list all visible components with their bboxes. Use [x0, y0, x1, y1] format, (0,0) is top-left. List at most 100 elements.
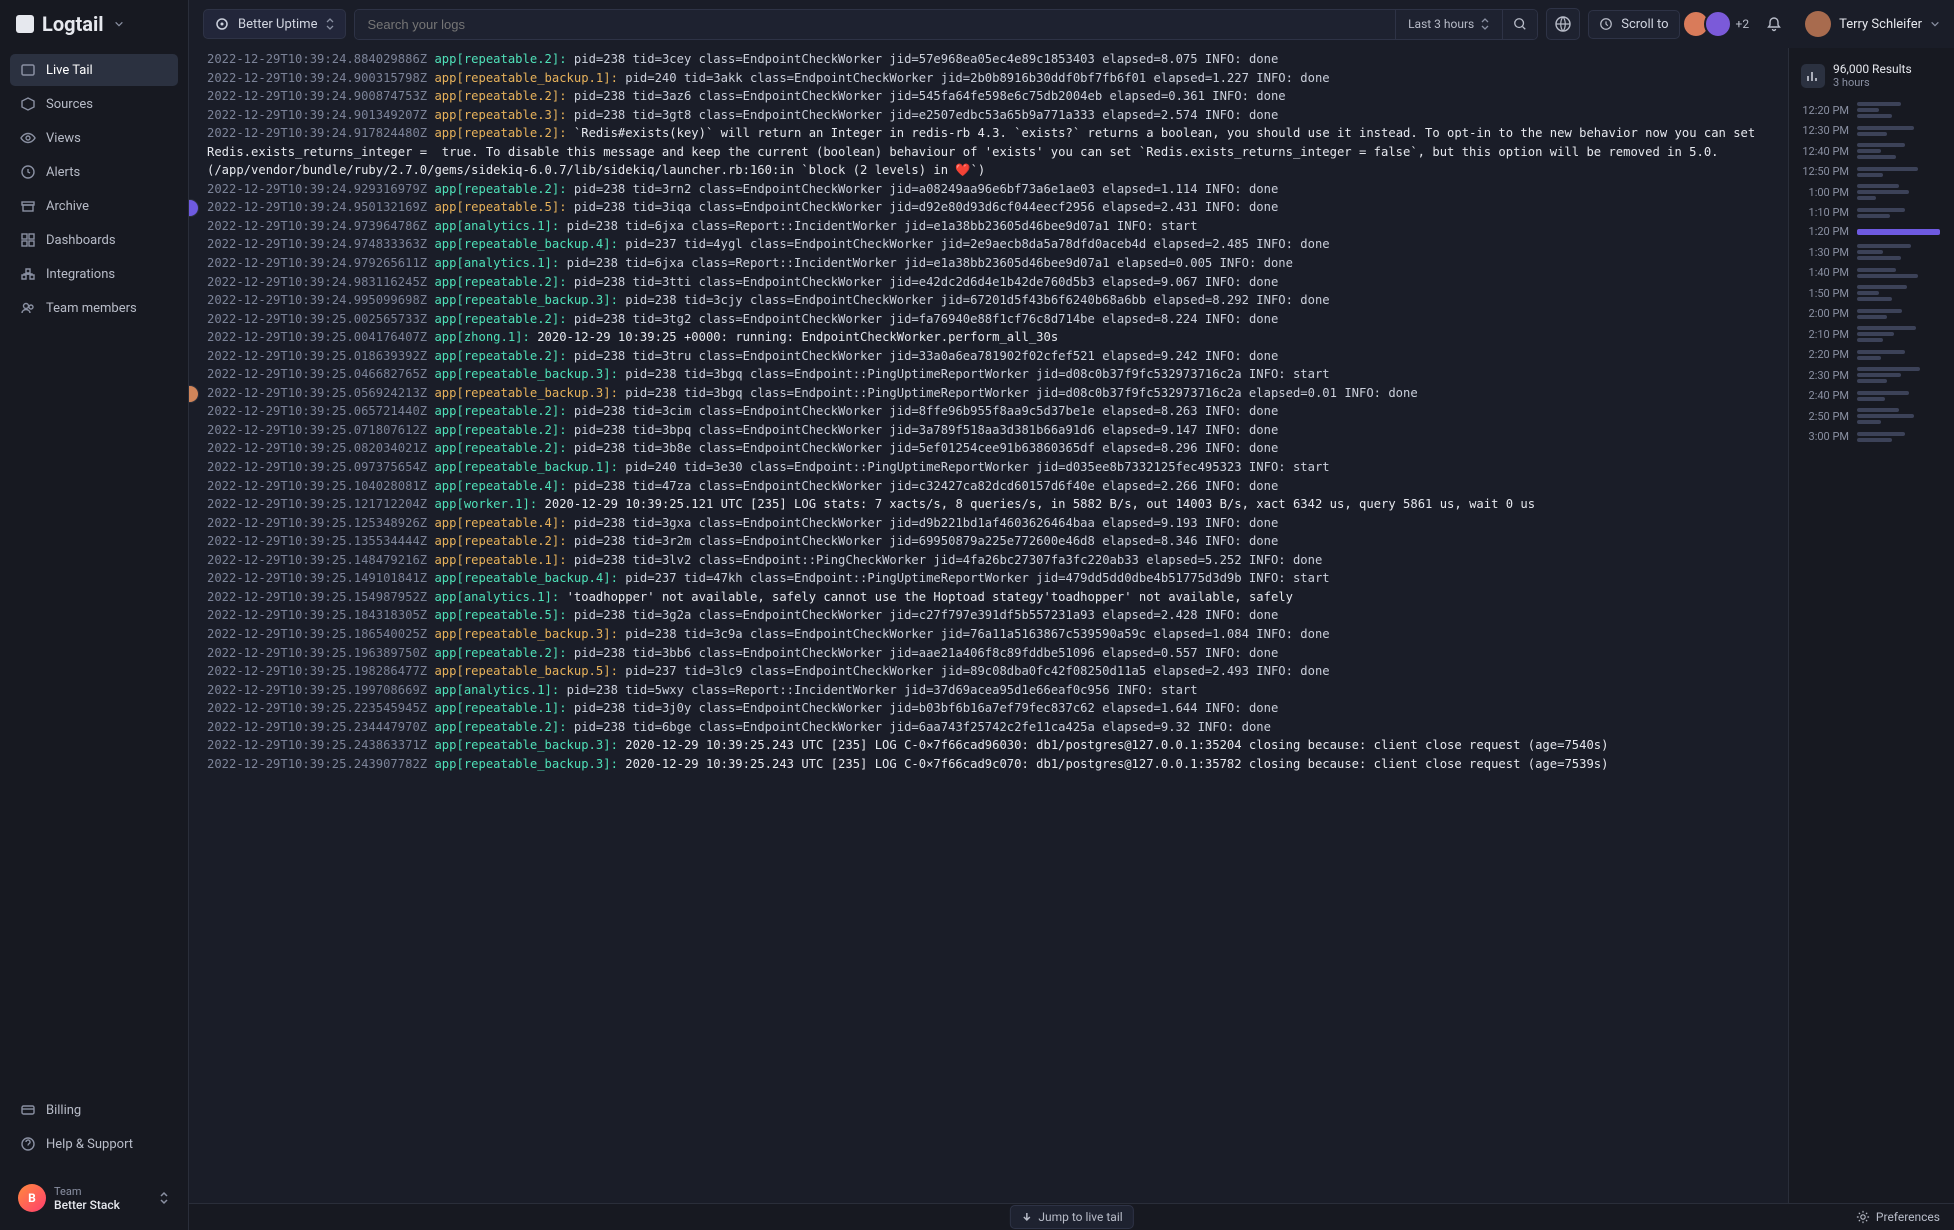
log-timestamp: 2022-12-29T10:39:25.243863371Z — [207, 738, 427, 752]
bottom-bar: Jump to live tail Preferences — [189, 1203, 1954, 1230]
log-line[interactable]: 2022-12-29T10:39:25.186540025Z app[repea… — [203, 625, 1774, 644]
timeline[interactable]: 12:20 PM12:30 PM12:40 PM12:50 PM1:00 PM1… — [1797, 99, 1946, 1220]
integrations-icon — [20, 266, 36, 282]
log-line[interactable]: 2022-12-29T10:39:25.097375654Z app[repea… — [203, 458, 1774, 477]
presence-avatars[interactable]: +2 — [1688, 10, 1750, 38]
log-viewport[interactable]: 2022-12-29T10:39:24.884029886Z app[repea… — [189, 48, 1788, 1230]
scroll-to-button[interactable]: Scroll to — [1588, 10, 1679, 39]
log-line[interactable]: 2022-12-29T10:39:25.018639392Z app[repea… — [203, 347, 1774, 366]
log-line[interactable]: 2022-12-29T10:39:25.056924213Z app[repea… — [203, 384, 1774, 403]
timeline-row[interactable]: 1:50 PM — [1797, 282, 1946, 304]
brand-area[interactable]: Logtail — [0, 0, 188, 50]
log-line[interactable]: 2022-12-29T10:39:25.004176407Z app[zhong… — [203, 328, 1774, 347]
log-line[interactable]: 2022-12-29T10:39:25.184318305Z app[repea… — [203, 606, 1774, 625]
timeline-row[interactable]: 2:00 PM — [1797, 304, 1946, 323]
log-line[interactable]: 2022-12-29T10:39:25.104028081Z app[repea… — [203, 477, 1774, 496]
log-line[interactable]: 2022-12-29T10:39:25.135534444Z app[repea… — [203, 532, 1774, 551]
log-line[interactable]: 2022-12-29T10:39:25.154987952Z app[analy… — [203, 588, 1774, 607]
nav-item-sources[interactable]: Sources — [10, 88, 178, 120]
search-input[interactable] — [355, 10, 1395, 39]
log-timestamp: 2022-12-29T10:39:25.186540025Z — [207, 627, 427, 641]
log-line[interactable]: 2022-12-29T10:39:25.002565733Z app[repea… — [203, 310, 1774, 329]
timeline-row[interactable]: 1:10 PM — [1797, 203, 1946, 222]
nav-item-integrations[interactable]: Integrations — [10, 258, 178, 290]
log-line[interactable]: 2022-12-29T10:39:24.974833363Z app[repea… — [203, 235, 1774, 254]
log-line[interactable]: 2022-12-29T10:39:25.243863371Z app[repea… — [203, 736, 1774, 755]
timeline-row[interactable]: 2:10 PM — [1797, 323, 1946, 345]
nav-item-team-members[interactable]: Team members — [10, 292, 178, 324]
log-line[interactable]: 2022-12-29T10:39:25.196389750Z app[repea… — [203, 644, 1774, 663]
updown-icon — [158, 1190, 170, 1206]
log-message: pid=238 tid=3bgq class=Endpoint::PingUpt… — [625, 367, 1329, 381]
timeline-row[interactable]: 1:40 PM — [1797, 263, 1946, 282]
log-timestamp: 2022-12-29T10:39:24.973964786Z — [207, 219, 427, 233]
log-line[interactable]: 2022-12-29T10:39:25.121712204Z app[worke… — [203, 495, 1774, 514]
team-switcher[interactable]: B Team Better Stack — [10, 1176, 178, 1220]
timeline-row[interactable]: 12:40 PM — [1797, 140, 1946, 162]
timeline-row[interactable]: 1:30 PM — [1797, 241, 1946, 263]
log-message: pid=238 tid=3az6 class=EndpointCheckWork… — [574, 89, 1286, 103]
nav-item-views[interactable]: Views — [10, 122, 178, 154]
timeline-bars — [1857, 167, 1944, 177]
team-prefix: Team — [54, 1185, 120, 1198]
log-line[interactable]: 2022-12-29T10:39:25.198286477Z app[repea… — [203, 662, 1774, 681]
log-line[interactable]: 2022-12-29T10:39:24.901349207Z app[repea… — [203, 106, 1774, 125]
log-line[interactable]: 2022-12-29T10:39:24.950132169Z app[repea… — [203, 198, 1774, 217]
line-avatar-icon — [189, 199, 199, 217]
timeline-row[interactable]: 2:40 PM — [1797, 386, 1946, 405]
log-line[interactable]: 2022-12-29T10:39:25.125348926Z app[repea… — [203, 514, 1774, 533]
log-line[interactable]: 2022-12-29T10:39:25.071807612Z app[repea… — [203, 421, 1774, 440]
timeline-row[interactable]: 1:20 PM — [1797, 222, 1946, 241]
log-line[interactable]: 2022-12-29T10:39:24.973964786Z app[analy… — [203, 217, 1774, 236]
chart-icon[interactable] — [1801, 64, 1825, 88]
meridian-button[interactable] — [1546, 8, 1580, 40]
timeline-bars — [1857, 184, 1944, 200]
log-line[interactable]: 2022-12-29T10:39:24.884029886Z app[repea… — [203, 50, 1774, 69]
log-line[interactable]: 2022-12-29T10:39:25.149101841Z app[repea… — [203, 569, 1774, 588]
log-tag: app[analytics.1]: — [434, 590, 559, 604]
log-line[interactable]: 2022-12-29T10:39:25.082034021Z app[repea… — [203, 439, 1774, 458]
timeline-row[interactable]: 1:00 PM — [1797, 181, 1946, 203]
log-line[interactable]: 2022-12-29T10:39:25.243907782Z app[repea… — [203, 755, 1774, 774]
log-line[interactable]: 2022-12-29T10:39:24.983116245Z app[repea… — [203, 273, 1774, 292]
timeline-row[interactable]: 12:30 PM — [1797, 121, 1946, 140]
timeline-row[interactable]: 2:30 PM — [1797, 364, 1946, 386]
timeline-row[interactable]: 2:50 PM — [1797, 405, 1946, 427]
timeline-row[interactable]: 12:50 PM — [1797, 162, 1946, 181]
log-line[interactable]: 2022-12-29T10:39:24.929316979Z app[repea… — [203, 180, 1774, 199]
log-message: 'toadhopper' not available, safely canno… — [567, 590, 1293, 604]
log-line[interactable]: 2022-12-29T10:39:24.979265611Z app[analy… — [203, 254, 1774, 273]
nav-item-alerts[interactable]: Alerts — [10, 156, 178, 188]
log-tag: app[repeatable.2]: — [434, 275, 566, 289]
timeline-row[interactable]: 2:20 PM — [1797, 345, 1946, 364]
preferences-button[interactable]: Preferences — [1856, 1210, 1940, 1224]
log-line[interactable]: 2022-12-29T10:39:25.234447970Z app[repea… — [203, 718, 1774, 737]
log-tag: app[repeatable_backup.1]: — [434, 460, 617, 474]
log-line[interactable]: 2022-12-29T10:39:25.148479216Z app[repea… — [203, 551, 1774, 570]
jump-to-live-button[interactable]: Jump to live tail — [1009, 1205, 1133, 1229]
log-tag: app[repeatable_backup.3]: — [434, 386, 617, 400]
source-selector[interactable]: Better Uptime — [203, 9, 346, 39]
search-button[interactable] — [1502, 10, 1537, 39]
log-line[interactable]: 2022-12-29T10:39:25.046682765Z app[repea… — [203, 365, 1774, 384]
nav-item-label: Integrations — [46, 267, 115, 282]
timeline-row[interactable]: 12:20 PM — [1797, 99, 1946, 121]
log-line[interactable]: 2022-12-29T10:39:24.917824480Z app[repea… — [203, 124, 1774, 180]
scroll-to-label: Scroll to — [1621, 17, 1668, 32]
nav-item-archive[interactable]: Archive — [10, 190, 178, 222]
log-line[interactable]: 2022-12-29T10:39:25.199708669Z app[analy… — [203, 681, 1774, 700]
log-timestamp: 2022-12-29T10:39:25.097375654Z — [207, 460, 427, 474]
timeline-row[interactable]: 3:00 PM — [1797, 427, 1946, 446]
time-range-selector[interactable]: Last 3 hours — [1395, 10, 1502, 39]
log-line[interactable]: 2022-12-29T10:39:24.900315798Z app[repea… — [203, 69, 1774, 88]
nav-item-help-support[interactable]: Help & Support — [10, 1128, 178, 1160]
log-line[interactable]: 2022-12-29T10:39:25.065721440Z app[repea… — [203, 402, 1774, 421]
user-menu[interactable]: Terry Schleifer — [1805, 11, 1940, 37]
nav-item-live-tail[interactable]: Live Tail — [10, 54, 178, 86]
nav-item-dashboards[interactable]: Dashboards — [10, 224, 178, 256]
log-line[interactable]: 2022-12-29T10:39:25.223545945Z app[repea… — [203, 699, 1774, 718]
log-line[interactable]: 2022-12-29T10:39:24.900874753Z app[repea… — [203, 87, 1774, 106]
notifications-button[interactable] — [1757, 8, 1791, 40]
log-line[interactable]: 2022-12-29T10:39:24.995099698Z app[repea… — [203, 291, 1774, 310]
nav-item-billing[interactable]: Billing — [10, 1094, 178, 1126]
